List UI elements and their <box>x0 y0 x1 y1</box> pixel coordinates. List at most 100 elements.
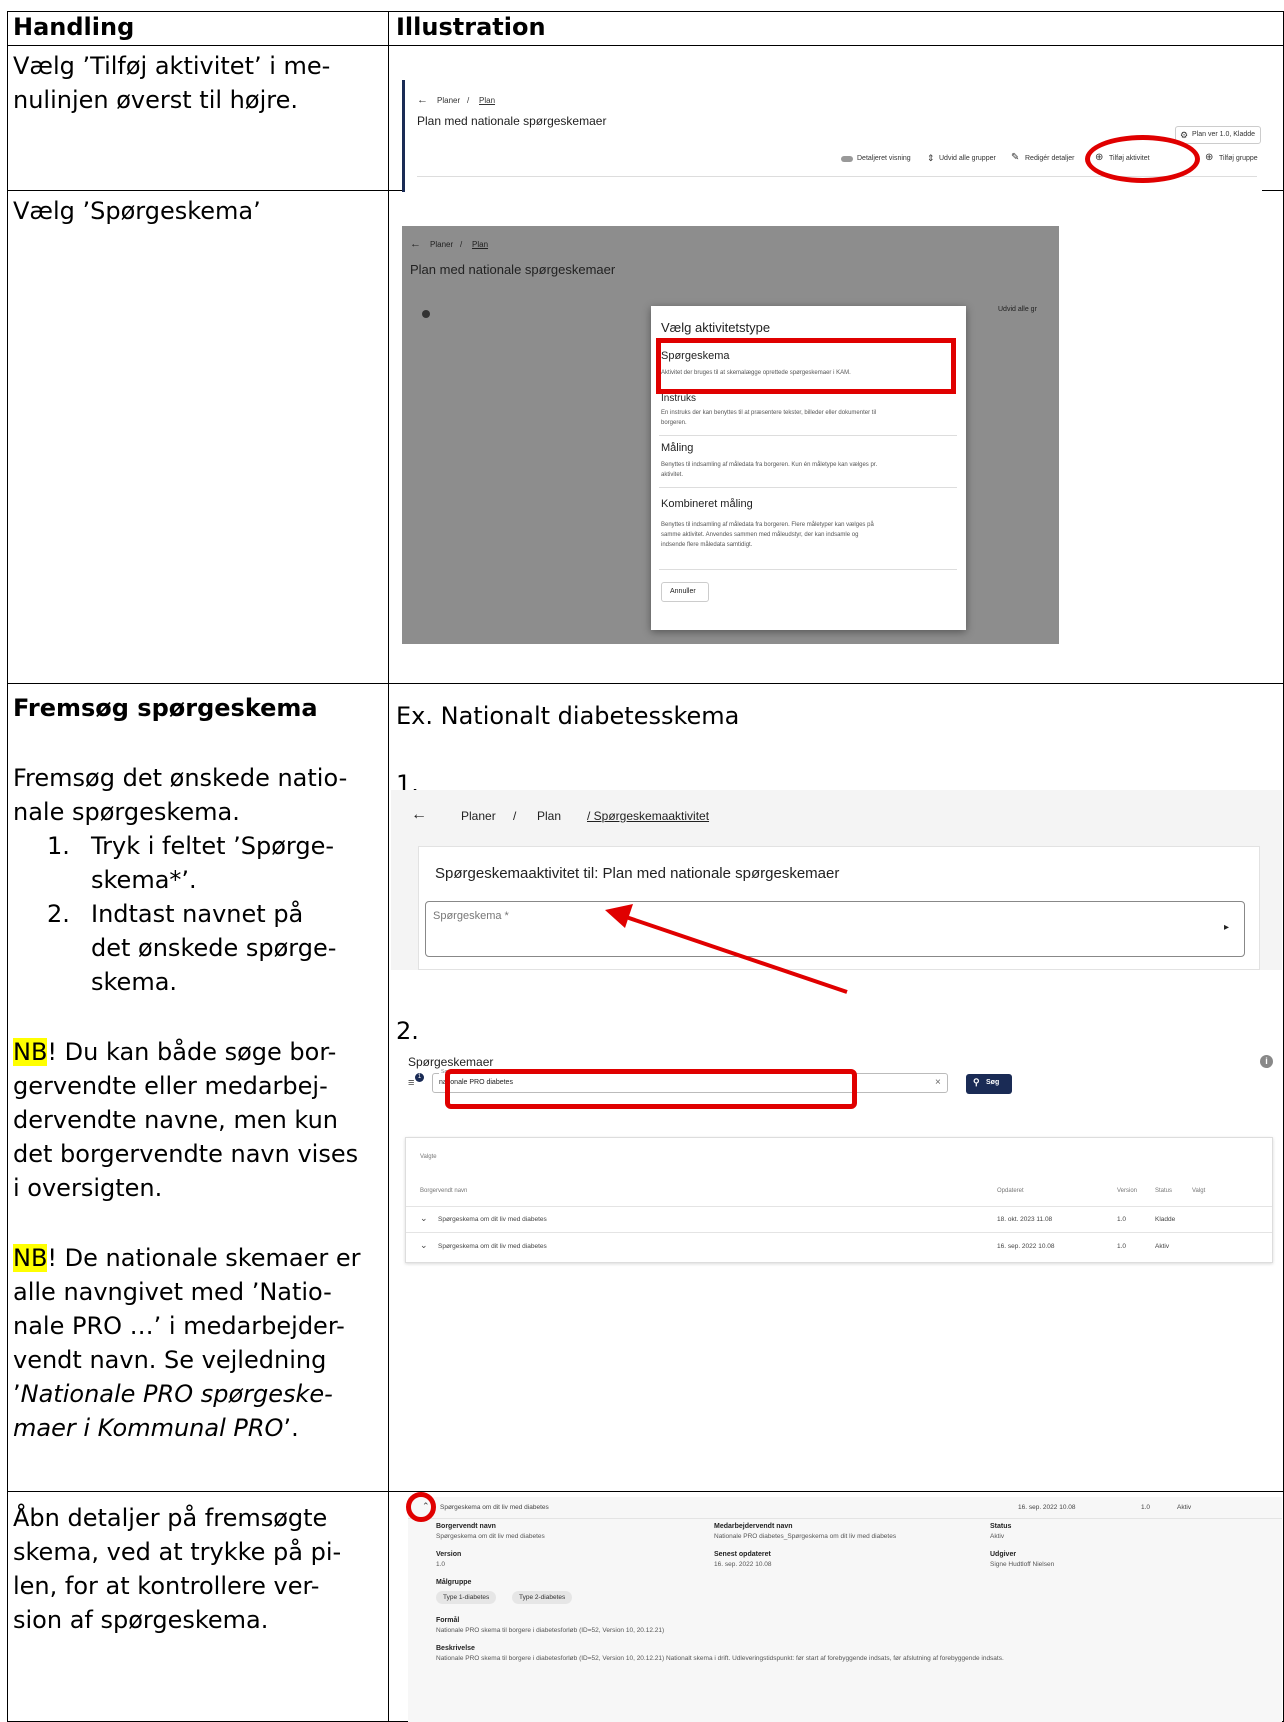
table-border <box>7 45 1284 46</box>
nb-note-line: vendt navn. Se vejledning <box>13 1346 327 1374</box>
nb-note-line: ’Nationale PRO spørgeske- <box>13 1380 333 1408</box>
back-arrow-icon[interactable]: ← <box>417 94 428 106</box>
table-row[interactable]: ⌄ Spørgeskema om dit liv med diabetes 16… <box>406 1234 1272 1260</box>
clear-icon[interactable]: × <box>935 1077 941 1088</box>
highlight-ellipse <box>406 1492 436 1522</box>
search-icon: ⚲ <box>973 1077 980 1087</box>
toggle-switch[interactable] <box>841 156 853 162</box>
breadcrumb-plan[interactable]: Plan <box>537 809 561 823</box>
option-instruction[interactable]: Instruks En instruks der kan benyttes ti… <box>659 392 957 436</box>
breadcrumb-separator: / <box>460 240 463 249</box>
highlight-box <box>445 1069 857 1109</box>
table-row[interactable]: ⌄ Spørgeskema om dit liv med diabetes 18… <box>406 1207 1272 1233</box>
row3-heading: Fremsøg spørgeskema <box>13 694 318 722</box>
column-header: Valgt <box>1192 1188 1206 1194</box>
nb-highlight: NB <box>13 1244 48 1272</box>
nb-note-line: dervendte navne, men kun <box>13 1106 339 1134</box>
results-table: Valgte Borgervendt navn Opdateret Versio… <box>405 1137 1273 1263</box>
nb-note-line: alle navngivet med ’Natio- <box>13 1278 332 1306</box>
row4-text-line: Åbn detaljer på fremsøgte <box>13 1504 328 1532</box>
selected-label: Valgte <box>420 1154 437 1160</box>
breadcrumb-plan[interactable]: Plan <box>479 96 495 105</box>
nb-note-line: i oversigten. <box>13 1174 163 1202</box>
column-header: Status <box>1155 1188 1173 1194</box>
filter-count-badge: 1 <box>415 1073 424 1082</box>
gear-icon: ⚙ <box>1180 130 1189 140</box>
option-combined-measurement[interactable]: Kombineret måling Benyttes til indsamlin… <box>659 490 957 570</box>
column-header: Opdateret <box>997 1188 1024 1194</box>
red-arrow-icon <box>605 904 848 994</box>
chevron-down-icon[interactable]: ⌄ <box>420 1213 428 1224</box>
row4-text-line: len, for at kontrollere ver- <box>13 1572 320 1600</box>
list-item-line: skema. <box>91 968 178 996</box>
questionnaires-title: Spørgeskemaer <box>408 1055 494 1069</box>
questionnaire-field-label: Spørgeskema * <box>433 910 509 922</box>
header-illustration: Illustration <box>396 13 546 41</box>
option-measurement[interactable]: Måling Benyttes til indsamling af måleda… <box>659 438 957 488</box>
breadcrumb-separator: / <box>467 96 470 105</box>
edit-details-button[interactable]: Redigér detaljer <box>1025 155 1074 162</box>
list-item-line: skema*’. <box>91 866 197 894</box>
details-panel: Borgervendt navn Spørgeskema om dit liv … <box>408 1519 1282 1722</box>
plan-version-button[interactable]: ⚙ Plan ver 1.0, Kladde <box>1175 126 1261 144</box>
back-arrow-icon[interactable]: ← <box>410 238 421 250</box>
nb-note-line: maer i Kommunal PRO’. <box>13 1414 299 1442</box>
breadcrumb-planer[interactable]: Planer <box>461 809 496 823</box>
target-chip: Type 2-diabetes <box>512 1591 573 1604</box>
nb-note-line: gervendte eller medarbej- <box>13 1072 328 1100</box>
column-header: Borgervendt navn <box>420 1188 468 1194</box>
add-circle-icon: ⊕ <box>1205 152 1214 163</box>
highlight-box <box>656 338 956 394</box>
list-item-line: det ønskede spørge- <box>91 934 337 962</box>
row3-para-line: Fremsøg det ønskede natio- <box>13 764 348 792</box>
table-row[interactable]: ⌃ Spørgeskema om dit liv med diabetes 16… <box>408 1497 1282 1519</box>
row2-text: Vælg ’Spørgeskema’ <box>13 197 261 225</box>
row1-text-line: nulinjen øverst til højre. <box>13 86 298 114</box>
detailed-view-label[interactable]: Detaljeret visning <box>857 155 911 162</box>
header-handling: Handling <box>13 13 135 41</box>
search-button[interactable]: ⚲ Søg <box>966 1074 1012 1094</box>
plan-title: Plan med nationale spørgeskemaer <box>417 114 607 128</box>
add-group-button[interactable]: Tilføj gruppe <box>1219 155 1258 162</box>
illustration-heading: Ex. Nationalt diabetesskema <box>396 702 740 730</box>
breadcrumb-questionnaire-activity[interactable]: / Spørgeskemaaktivitet <box>587 809 709 823</box>
highlight-ellipse <box>1085 135 1200 183</box>
breadcrumb-planer[interactable]: Planer <box>430 240 453 249</box>
row3-para-line: nale spørgeskema. <box>13 798 240 826</box>
breadcrumb-separator: / <box>513 809 517 823</box>
nb-note-line: det borgervendte navn vises <box>13 1140 359 1168</box>
list-number: 1. <box>47 832 70 860</box>
nb-note-line: NB! De nationale skemaer er <box>13 1244 361 1272</box>
expand-groups-button[interactable]: Udvid alle grupper <box>939 155 996 162</box>
row4-text-line: sion af spørgeskema. <box>13 1606 269 1634</box>
row1-text-line: Vælg ’Tilføj aktivitet’ i me- <box>13 52 331 80</box>
list-item-line: Indtast navnet på <box>91 900 304 928</box>
activity-title: Spørgeskemaaktivitet til: Plan med natio… <box>435 865 840 882</box>
cancel-button[interactable]: Annuller <box>661 582 709 602</box>
breadcrumb-planer[interactable]: Planer <box>437 96 460 105</box>
back-arrow-icon[interactable]: ← <box>411 806 427 824</box>
step-number: 2. <box>396 1017 419 1045</box>
screenshot-expanded-details: ⌃ Spørgeskema om dit liv med diabetes 16… <box>408 1497 1282 1722</box>
bg-expand-button: Udvid alle gr <box>998 306 1037 313</box>
breadcrumb-plan[interactable]: Plan <box>472 240 488 249</box>
pencil-icon: ✎ <box>1011 152 1020 163</box>
column-header: Version <box>1117 1188 1138 1194</box>
list-number: 2. <box>47 900 70 928</box>
plan-title: Plan med nationale spørgeskemaer <box>410 262 616 277</box>
row4-text-line: skema, ved at trykke på pi- <box>13 1538 342 1566</box>
nb-note-line: nale PRO …’ i medarbejder- <box>13 1312 345 1340</box>
info-icon[interactable]: i <box>1260 1055 1273 1068</box>
filter-icon[interactable]: ≡ <box>408 1077 414 1089</box>
nb-note-line: NB! Du kan både søge bor- <box>13 1038 337 1066</box>
table-border <box>7 1491 1284 1492</box>
dialog-title: Vælg aktivitetstype <box>661 320 771 335</box>
toggle-knob <box>422 310 430 318</box>
caret-right-icon[interactable]: ▸ <box>1224 922 1229 933</box>
table-border <box>7 11 8 1722</box>
table-border <box>7 683 1284 684</box>
chevron-down-icon[interactable]: ⌄ <box>420 1240 428 1251</box>
nb-highlight: NB <box>13 1038 48 1066</box>
target-chip: Type 1-diabetes <box>436 1591 497 1604</box>
table-border <box>7 11 1284 12</box>
